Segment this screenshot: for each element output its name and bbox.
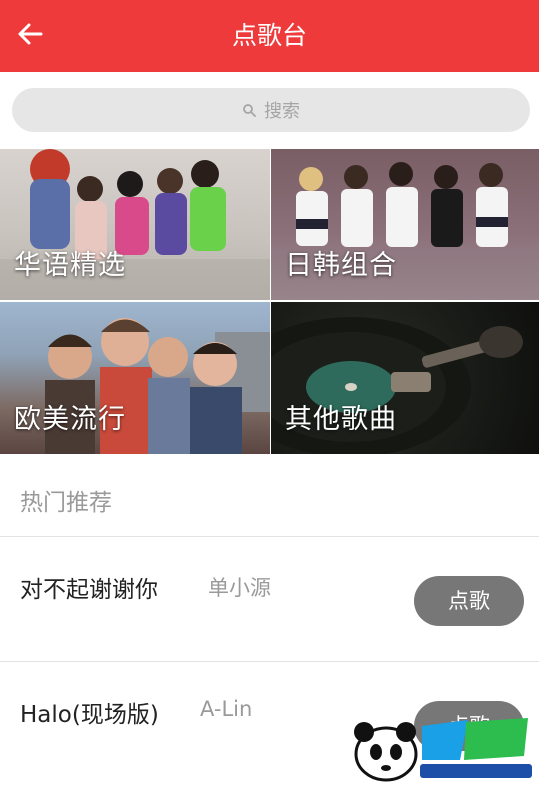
category-tile-chinese[interactable]: 华语精选 (0, 149, 270, 300)
search-input[interactable]: 搜索 (12, 88, 530, 132)
category-grid: 华语精选 日韩组合 欧美流行 其他歌曲 (0, 149, 539, 454)
search-bar: 搜索 (0, 72, 539, 148)
category-tile-other[interactable]: 其他歌曲 (271, 302, 539, 454)
song-name: 对不起谢谢你 (20, 577, 158, 603)
song-row: 对不起谢谢你 单小源 点歌 (0, 538, 539, 662)
category-label: 其他歌曲 (285, 404, 397, 435)
search-icon (242, 102, 258, 118)
request-song-button[interactable]: 点歌 (414, 576, 524, 626)
search-placeholder: 搜索 (264, 101, 300, 122)
watermark-logo (348, 712, 538, 784)
song-artist: 单小源 (208, 576, 271, 600)
category-label: 华语精选 (14, 250, 126, 281)
app-header: 点歌台 (0, 0, 539, 72)
song-name: Halo(现场版) (20, 702, 159, 728)
section-title: 热门推荐 (20, 490, 112, 516)
category-tile-jpkr[interactable]: 日韩组合 (271, 149, 539, 300)
song-artist: A-Lin (200, 697, 253, 721)
hot-recommend-header: 热门推荐 (0, 455, 539, 537)
category-label: 欧美流行 (14, 404, 126, 435)
page-title: 点歌台 (231, 21, 307, 50)
category-label: 日韩组合 (285, 250, 397, 281)
category-tile-western[interactable]: 欧美流行 (0, 302, 270, 454)
